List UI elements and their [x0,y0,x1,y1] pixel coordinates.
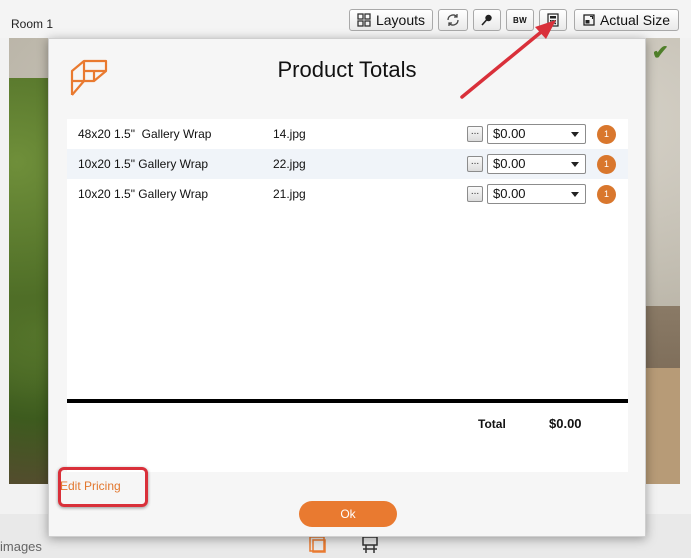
layouts-button[interactable]: Layouts [349,9,433,31]
chevron-down-icon [571,162,579,167]
edit-pricing-link[interactable]: Edit Pricing [60,479,121,493]
room-layout-icon[interactable] [360,535,380,555]
rotate-button[interactable] [438,9,468,31]
total-divider [67,399,628,403]
options-button[interactable]: ... [467,126,483,142]
images-stack-icon[interactable] [308,535,328,555]
file-name: 22.jpg [273,157,306,171]
price-value: $0.00 [493,126,526,141]
calculator-icon [547,13,559,27]
file-name: 14.jpg [273,127,306,141]
options-button[interactable]: ... [467,156,483,172]
pin-button[interactable] [473,9,501,31]
price-value: $0.00 [493,186,526,201]
images-label: images [0,539,42,554]
quantity-badge: 1 [597,124,616,144]
total-value: $0.00 [549,416,582,431]
price-select[interactable]: $0.00 [487,154,586,174]
quantity-badge: 1 [597,154,616,174]
chevron-down-icon [571,192,579,197]
product-totals-modal: Product Totals 48x20 1.5" Gallery Wrap 1… [48,38,646,537]
layouts-label: Layouts [375,12,426,28]
top-toolbar: Room 1 Layouts BW Actual Size [0,0,691,38]
checkmark-icon[interactable]: ✔ [652,40,669,65]
price-value: $0.00 [493,156,526,171]
rotate-icon [447,14,459,26]
room-label: Room 1 [11,17,54,31]
price-select[interactable]: $0.00 [487,184,586,204]
table-row: 10x20 1.5" Gallery Wrap 21.jpg ... $0.00… [67,179,628,209]
product-name: 48x20 1.5" Gallery Wrap [78,127,212,141]
table-row: 10x20 1.5" Gallery Wrap 22.jpg ... $0.00… [67,149,628,179]
product-list: 48x20 1.5" Gallery Wrap 14.jpg ... $0.00… [67,119,628,472]
ok-button[interactable]: Ok [299,501,397,527]
actual-size-icon [583,14,595,26]
modal-title: Product Totals [277,57,417,82]
file-name: 21.jpg [273,187,306,201]
price-select[interactable]: $0.00 [487,124,586,144]
total-label: Total [478,417,506,431]
chevron-down-icon [571,132,579,137]
actual-size-label: Actual Size [599,12,671,28]
pin-icon [481,14,492,26]
quantity-badge: 1 [597,184,616,204]
product-name: 10x20 1.5" Gallery Wrap [78,187,209,201]
bw-button[interactable]: BW [506,9,534,31]
options-button[interactable]: ... [467,186,483,202]
calculator-button[interactable] [539,9,567,31]
bw-icon: BW [513,15,527,25]
product-name: 10x20 1.5" Gallery Wrap [78,157,209,171]
table-row: 48x20 1.5" Gallery Wrap 14.jpg ... $0.00… [67,119,628,149]
actual-size-button[interactable]: Actual Size [574,9,679,31]
layouts-grid-icon [357,13,371,27]
